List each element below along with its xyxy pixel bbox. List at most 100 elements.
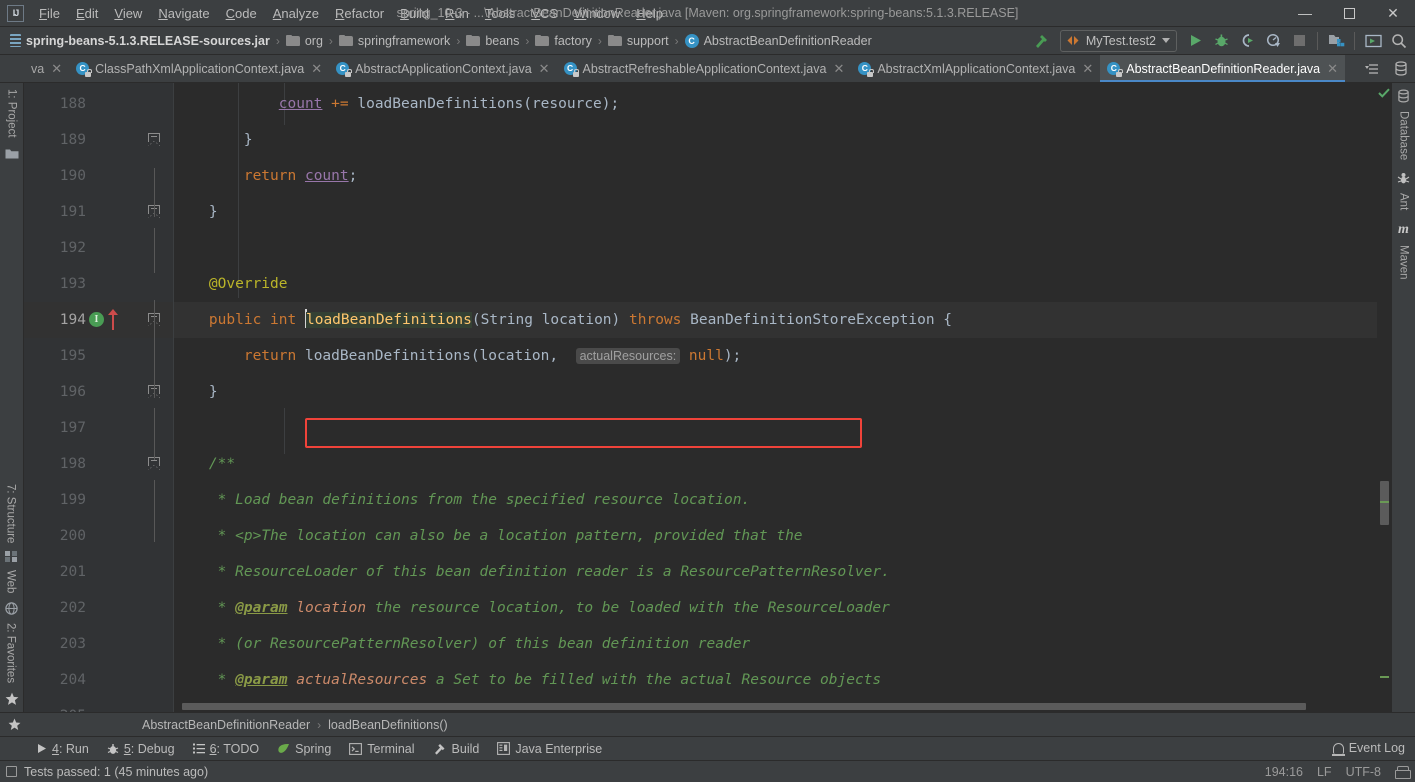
- editor-gutter[interactable]: 188 189 190 191 192 193 194 I 195 196 197 198 199 200…: [24, 83, 174, 712]
- menu-item-window[interactable]: Window: [566, 3, 628, 24]
- breadcrumb-class[interactable]: AbstractBeanDefinitionReader: [138, 716, 314, 734]
- open-tool-window-button[interactable]: [1361, 30, 1385, 52]
- code-line-203[interactable]: * (or ResourcePatternResolver) of this b…: [174, 626, 1391, 662]
- implementing-method-icon[interactable]: I: [89, 312, 104, 327]
- project-structure-button[interactable]: [1324, 30, 1348, 52]
- menu-item-build[interactable]: Build: [392, 3, 437, 24]
- line-separator-indicator[interactable]: LF: [1317, 765, 1332, 779]
- tool-window-terminal[interactable]: Terminal: [341, 740, 422, 758]
- event-log-button[interactable]: Event Log: [1331, 741, 1405, 756]
- code-line-194[interactable]: public int loadBeanDefinitions(String lo…: [174, 302, 1391, 338]
- tab-close-icon[interactable]: ✕: [539, 62, 550, 75]
- gutter-row-204[interactable]: 204: [24, 662, 174, 698]
- overriding-method-icon[interactable]: [108, 309, 118, 330]
- breadcrumb-item-5[interactable]: support: [604, 32, 673, 50]
- breadcrumb-item-0[interactable]: spring-beans-5.1.3.RELEASE-sources.jar: [6, 32, 274, 50]
- hscrollbar-thumb[interactable]: [182, 703, 1306, 710]
- breadcrumb-method[interactable]: loadBeanDefinitions(): [324, 716, 452, 734]
- caret-position-indicator[interactable]: 194:16: [1265, 765, 1303, 779]
- sidebar-item-structure[interactable]: 7: Structure: [5, 478, 17, 549]
- encoding-indicator[interactable]: UTF-8: [1346, 765, 1381, 779]
- profile-button[interactable]: [1261, 30, 1285, 52]
- gutter-row-200[interactable]: 200: [24, 518, 174, 554]
- code-line-197[interactable]: [174, 410, 1391, 446]
- code-line-202[interactable]: * @param location the resource location,…: [174, 590, 1391, 626]
- gutter-row-194[interactable]: 194 I: [24, 302, 174, 338]
- menu-item-vcs[interactable]: VCS: [523, 3, 566, 24]
- breadcrumb-item-6[interactable]: C AbstractBeanDefinitionReader: [681, 32, 876, 50]
- code-line-188[interactable]: count += loadBeanDefinitions(resource);: [174, 86, 1391, 122]
- tool-window-javaenterprise[interactable]: Java Enterprise: [489, 740, 610, 758]
- code-line-201[interactable]: * ResourceLoader of this bean definition…: [174, 554, 1391, 590]
- gutter-row-201[interactable]: 201: [24, 554, 174, 590]
- search-everywhere-button[interactable]: [1387, 30, 1411, 52]
- sidebar-item-web[interactable]: Web: [5, 564, 17, 599]
- code-line-193[interactable]: @Override: [174, 266, 1391, 302]
- tool-window-spring[interactable]: Spring: [269, 740, 339, 758]
- code-line-199[interactable]: * Load bean definitions from the specifi…: [174, 482, 1391, 518]
- tab-close-icon[interactable]: ✕: [1327, 62, 1338, 75]
- code-line-198[interactable]: /**: [174, 446, 1391, 482]
- menu-item-navigate[interactable]: Navigate: [150, 3, 217, 24]
- gutter-row-202[interactable]: 202: [24, 590, 174, 626]
- tab-abstractrefreshableapplicationcontext[interactable]: C AbstractRefreshableApplicationContext.j…: [557, 55, 852, 82]
- gutter-row-189[interactable]: 189: [24, 122, 174, 158]
- code-line-204[interactable]: * @param actualResources a Set to be fil…: [174, 662, 1391, 698]
- gutter-row-188[interactable]: 188: [24, 86, 174, 122]
- sidebar-item-favorites[interactable]: 2: Favorites: [5, 617, 17, 689]
- tab-va[interactable]: va ✕: [24, 55, 69, 82]
- run-button[interactable]: [1183, 30, 1207, 52]
- gutter-row-203[interactable]: 203: [24, 626, 174, 662]
- menu-item-refactor[interactable]: Refactor: [327, 3, 392, 24]
- gutter-row-199[interactable]: 199: [24, 482, 174, 518]
- sidebar-item-project[interactable]: 1: Project: [6, 83, 18, 144]
- gutter-row-192[interactable]: 192: [24, 230, 174, 266]
- tab-abstractapplicationcontext[interactable]: C AbstractApplicationContext.java ✕: [329, 55, 556, 82]
- gutter-row-193[interactable]: 193: [24, 266, 174, 302]
- tab-close-icon[interactable]: ✕: [833, 62, 844, 75]
- editor-horizontal-scrollbar[interactable]: [174, 701, 1377, 712]
- menu-item-edit[interactable]: Edit: [68, 3, 106, 24]
- gutter-row-196[interactable]: 196: [24, 374, 174, 410]
- menu-item-help[interactable]: Help: [628, 3, 671, 24]
- breadcrumb-item-4[interactable]: factory: [531, 32, 596, 50]
- gutter-row-190[interactable]: 190: [24, 158, 174, 194]
- gutter-row-191[interactable]: 191: [24, 194, 174, 230]
- code-line-196[interactable]: }: [174, 374, 1391, 410]
- gutter-row-198[interactable]: 198: [24, 446, 174, 482]
- inspection-profile-icon[interactable]: [1395, 765, 1411, 779]
- code-line-190[interactable]: return count;: [174, 158, 1391, 194]
- tool-window-debug[interactable]: 5: Debug: [99, 740, 183, 758]
- editor-vertical-scrollbar[interactable]: [1377, 83, 1391, 712]
- code-line-192[interactable]: [174, 230, 1391, 266]
- code-text-area[interactable]: count += loadBeanDefinitions(resource); …: [174, 83, 1391, 712]
- sidebar-item-database[interactable]: Database: [1398, 105, 1410, 166]
- tab-classpathxmlapplicationcontext[interactable]: C ClassPathXmlApplicationContext.java ✕: [69, 55, 329, 82]
- breadcrumb-item-2[interactable]: springframework: [335, 32, 454, 50]
- code-line-200[interactable]: * <p>The location can also be a location…: [174, 518, 1391, 554]
- gutter-row-197[interactable]: 197: [24, 410, 174, 446]
- code-line-195[interactable]: return loadBeanDefinitions(location, act…: [174, 338, 1391, 374]
- database-panel-icon[interactable]: [1389, 58, 1413, 80]
- inspection-ok-icon[interactable]: [1378, 87, 1390, 99]
- menu-item-code[interactable]: Code: [218, 3, 265, 24]
- close-button[interactable]: ✕: [1371, 0, 1415, 26]
- tab-close-icon[interactable]: ✕: [51, 62, 62, 75]
- debug-button[interactable]: [1209, 30, 1233, 52]
- tool-window-build[interactable]: Build: [425, 740, 488, 758]
- run-with-coverage-button[interactable]: [1235, 30, 1259, 52]
- code-fold-toggle[interactable]: [148, 133, 161, 146]
- menu-item-analyze[interactable]: Analyze: [265, 3, 327, 24]
- maximize-button[interactable]: [1327, 0, 1371, 26]
- tab-list-button[interactable]: [1362, 58, 1386, 80]
- breadcrumb-item-3[interactable]: beans: [462, 32, 523, 50]
- tab-close-icon[interactable]: ✕: [311, 62, 322, 75]
- tab-abstractbeandefinitionreader[interactable]: C AbstractBeanDefinitionReader.java ✕: [1100, 55, 1346, 82]
- menu-item-file[interactable]: File: [31, 3, 68, 24]
- sidebar-item-maven[interactable]: Maven: [1398, 239, 1410, 286]
- bookmark-star-icon[interactable]: [0, 718, 28, 731]
- tab-close-icon[interactable]: ✕: [1082, 62, 1093, 75]
- menu-item-run[interactable]: Run: [437, 3, 477, 24]
- tab-abstractxmlapplicationcontext[interactable]: C AbstractXmlApplicationContext.java ✕: [851, 55, 1100, 82]
- menu-item-view[interactable]: View: [106, 3, 150, 24]
